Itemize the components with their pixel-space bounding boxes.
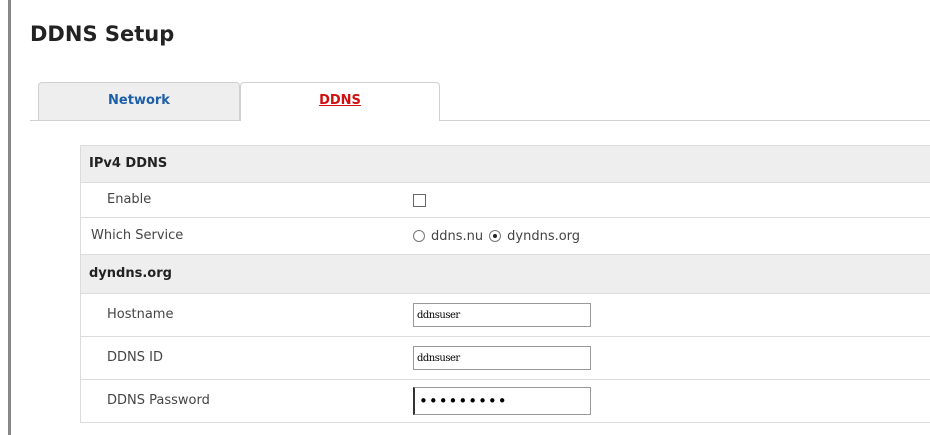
hostname-input[interactable] xyxy=(413,303,591,327)
section-label: dyndns.org xyxy=(89,266,172,281)
ipv4-ddns-section-header: IPv4 DDNS xyxy=(80,145,930,183)
radio-dyndns-org[interactable] xyxy=(489,230,502,242)
section-label: IPv4 DDNS xyxy=(89,156,168,171)
radio-label-dyndns-org: dyndns.org xyxy=(507,228,581,244)
tab-ddns[interactable]: DDNS xyxy=(240,82,440,121)
ddns-id-row: DDNS ID xyxy=(80,337,930,380)
left-border xyxy=(8,0,11,435)
tab-bar: Network DDNS xyxy=(30,82,930,121)
service-option-ddns-nu[interactable]: ddns.nu xyxy=(413,229,483,244)
ddns-password-label: DDNS Password xyxy=(107,393,210,408)
ddns-id-label: DDNS ID xyxy=(107,350,163,365)
service-radio-group: ddns.nu dyndns.org xyxy=(413,218,586,254)
enable-checkbox[interactable] xyxy=(413,193,426,207)
which-service-label: Which Service xyxy=(91,228,184,243)
radio-ddns-nu[interactable] xyxy=(413,230,425,242)
ddns-id-input[interactable] xyxy=(413,346,591,370)
ddns-password-row: DDNS Password ••••••••• xyxy=(80,380,930,423)
ddns-password-input[interactable]: ••••••••• xyxy=(413,387,591,415)
radio-label-ddns-nu: ddns.nu xyxy=(431,228,484,244)
which-service-row: Which Service ddns.nu dyndns.org xyxy=(80,218,930,255)
ddns-id-control xyxy=(413,337,591,379)
hostname-label: Hostname xyxy=(107,307,174,322)
ddns-settings-panel: IPv4 DDNS Enable Which Service ddns.nu d… xyxy=(80,145,930,423)
enable-label: Enable xyxy=(107,192,152,207)
password-mask: ••••••••• xyxy=(419,392,508,410)
hostname-row: Hostname xyxy=(80,294,930,337)
tab-network[interactable]: Network xyxy=(38,82,240,120)
hostname-control xyxy=(413,294,591,336)
ddns-password-control: ••••••••• xyxy=(413,380,591,422)
enable-row: Enable xyxy=(80,183,930,218)
service-option-dyndns-org[interactable]: dyndns.org xyxy=(489,229,580,244)
dyndns-section-header: dyndns.org xyxy=(80,255,930,294)
enable-control xyxy=(413,183,426,217)
page-title: DDNS Setup xyxy=(30,22,175,46)
